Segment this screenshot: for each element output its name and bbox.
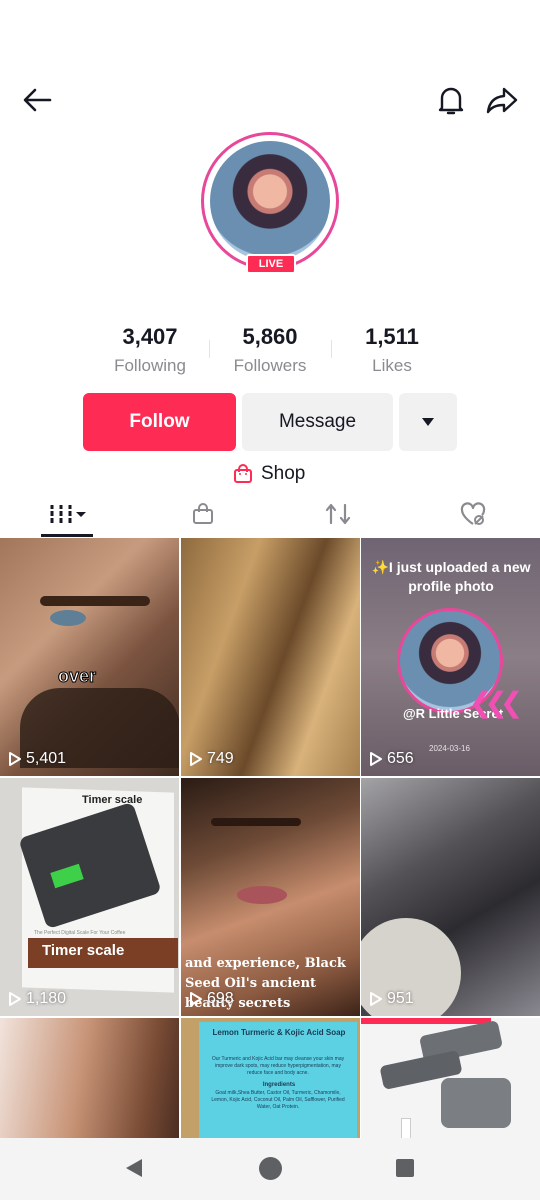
circle-home-icon: [259, 1157, 282, 1180]
view-count: 5,401: [8, 750, 66, 768]
system-nav-bar: [0, 1138, 540, 1200]
play-icon: [370, 752, 382, 766]
stat-likes: 1,511 Likes: [332, 324, 452, 376]
play-icon: [370, 992, 382, 1006]
likes-count: 1,511: [365, 324, 419, 349]
nav-home-button[interactable]: [258, 1156, 283, 1186]
play-icon: [190, 992, 202, 1006]
nav-recents-button[interactable]: [395, 1158, 415, 1183]
follow-button[interactable]: Follow: [83, 393, 236, 451]
following-count: 3,407: [122, 324, 178, 349]
message-button[interactable]: Message: [242, 393, 393, 451]
tab-reposts[interactable]: [270, 490, 405, 538]
avatar-image: [210, 141, 330, 261]
video-thumbnail[interactable]: 749: [181, 538, 360, 776]
video-thumbnail[interactable]: [361, 1018, 540, 1138]
view-count-text: 5,401: [26, 750, 67, 767]
video-caption: over: [57, 666, 97, 687]
view-count: 951: [369, 990, 414, 1008]
shop-bag-icon: [192, 503, 213, 524]
eye-shape: [50, 610, 86, 626]
view-count: 698: [189, 990, 234, 1008]
view-count-text: 749: [207, 750, 234, 767]
arrow-decoration: ❮❮❮: [469, 687, 523, 718]
followers-count: 5,860: [242, 324, 298, 349]
liked-hidden-icon: [460, 502, 485, 525]
stat-followers[interactable]: 5,860 Followers: [210, 324, 330, 376]
soap-label: [199, 1022, 357, 1138]
video-thumbnail[interactable]: Lemon Turmeric & Kojic Acid Soap Our Tur…: [181, 1018, 360, 1138]
back-button[interactable]: [17, 80, 57, 120]
share-button[interactable]: [482, 80, 522, 120]
soap-description: Our Turmeric and Kojic Acid bar may clea…: [211, 1056, 345, 1076]
person-figure: [401, 1118, 411, 1138]
tab-videos[interactable]: [0, 490, 135, 538]
view-count-text: 656: [387, 750, 414, 767]
notification-button[interactable]: [431, 80, 471, 120]
box-subtitle: Timer scale: [42, 942, 125, 959]
active-tab-indicator: [41, 534, 93, 537]
video-thumbnail[interactable]: ✨I just uploaded a new profile photo @R …: [361, 538, 540, 776]
pinned-bar: [361, 1018, 491, 1024]
eyebrow-shape: [211, 818, 301, 826]
tab-shop[interactable]: [135, 490, 270, 538]
video-thumbnail[interactable]: [0, 1018, 179, 1138]
video-thumbnail[interactable]: and experience, Black Seed Oil's ancient…: [181, 778, 360, 1016]
followers-label: Followers: [233, 356, 307, 375]
shop-link[interactable]: Shop: [233, 460, 305, 488]
view-count: 749: [189, 750, 234, 768]
triangle-back-icon: [126, 1159, 142, 1177]
bell-icon: [438, 87, 464, 115]
video-date: 2024-03-16: [429, 744, 470, 753]
video-thumbnail[interactable]: Timer scale The Perfect Digital Scale Fo…: [0, 778, 179, 1016]
profile-avatar[interactable]: [201, 132, 339, 270]
view-count-text: 951: [387, 990, 414, 1007]
box-title: Timer scale: [82, 794, 143, 806]
play-icon: [190, 752, 202, 766]
following-label: Following: [114, 356, 186, 375]
lips-shape: [237, 886, 287, 904]
eyebrow-shape: [40, 596, 150, 606]
video-thumbnail[interactable]: over 5,401: [0, 538, 179, 776]
play-icon: [9, 992, 21, 1006]
caret-down-icon: [422, 418, 434, 426]
likes-label: Likes: [372, 356, 412, 375]
profile-tabs: [0, 490, 540, 538]
video-caption: ✨I just uploaded a new profile photo: [371, 559, 531, 594]
box-tagline: The Perfect Digital Scale For Your Coffe…: [34, 930, 126, 936]
share-icon: [486, 87, 518, 114]
shopping-bag-icon: [234, 464, 252, 483]
more-dropdown-button[interactable]: [399, 393, 457, 451]
live-badge: LIVE: [246, 254, 296, 274]
view-count-text: 1,180: [26, 990, 67, 1007]
soap-title: Lemon Turmeric & Kojic Acid Soap: [212, 1028, 346, 1037]
videos-grid-icon: [49, 505, 86, 523]
ingredients-title: Ingredients: [262, 1082, 296, 1088]
video-thumbnail[interactable]: 951: [361, 778, 540, 1016]
nav-back-button[interactable]: [122, 1156, 146, 1185]
shop-label: Shop: [261, 463, 306, 484]
back-arrow-icon: [23, 88, 52, 112]
ingredients-list: Goat milk,Shea Butter, Castor Oil, Turme…: [211, 1090, 345, 1110]
square-recents-icon: [396, 1159, 414, 1177]
stat-following[interactable]: 3,407 Following: [90, 324, 210, 376]
view-count-text: 698: [207, 990, 234, 1007]
view-count: 1,180: [8, 990, 66, 1008]
tab-liked[interactable]: [405, 490, 540, 538]
view-count: 656: [369, 750, 414, 768]
repost-icon: [325, 503, 350, 525]
play-icon: [9, 752, 21, 766]
stepper-base: [441, 1078, 511, 1128]
